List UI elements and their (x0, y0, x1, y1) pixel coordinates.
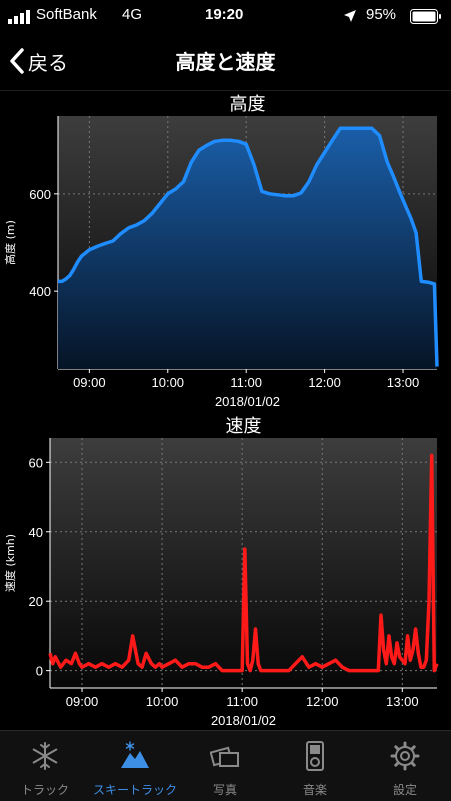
y-tick-label: 400 (29, 284, 51, 299)
tab-label: 設定 (392, 783, 417, 797)
y-tick-label: 40 (29, 525, 43, 540)
chart-title: 速度 (226, 416, 262, 437)
status-bar: SoftBank 4G 19:20 95% (0, 0, 451, 32)
x-tick-label: 09:00 (73, 375, 106, 390)
tab-settings[interactable]: 設定 (360, 731, 450, 801)
tab-label: 写真 (212, 783, 237, 797)
y-axis-label: 高度 (m) (3, 220, 17, 265)
tab-track[interactable]: トラック (0, 731, 90, 801)
altitude-chart: 高度 09:00 10:00 11:00 12:00 13:00 400 600 2018/01… (3, 94, 439, 409)
speed-chart: 速度 09:00 10:00 11:00 12:00 13:00 0 20 40 60 2018/0… (3, 416, 439, 728)
speed-chart-panel: 速度 09:00 10:00 11:00 12:00 13:00 0 20 40 60 2018/0… (0, 412, 451, 730)
page-title: 高度と速度 (175, 50, 276, 74)
x-tick-label: 09:00 (66, 694, 99, 709)
x-axis-label: 2018/01/02 (211, 713, 276, 728)
tab-label: トラック (20, 783, 69, 797)
x-tick-label: 10:00 (152, 375, 185, 390)
tab-bar: トラック スキートラック 写真 音楽 設定 (0, 730, 451, 801)
gear-icon (390, 741, 420, 771)
x-axis-label: 2018/01/02 (215, 394, 280, 409)
y-tick-label: 0 (36, 664, 43, 679)
chart-title: 高度 (230, 94, 266, 115)
clock: 19:20 (205, 6, 244, 23)
x-tick-label: 13:00 (386, 694, 419, 709)
x-tick-label: 13:00 (387, 375, 420, 390)
battery-icon (410, 9, 441, 24)
y-tick-label: 20 (29, 594, 43, 609)
x-tick-label: 11:00 (230, 375, 262, 390)
battery-percent: 95% (366, 6, 397, 23)
x-tick-label: 12:00 (306, 694, 339, 709)
signal-bars-icon (8, 10, 30, 24)
tab-label: スキートラック (92, 783, 177, 797)
altitude-chart-panel: 高度 09:00 10:00 11:00 12:00 13:00 400 600 2018/01… (0, 90, 451, 415)
x-tick-label: 11:00 (226, 694, 258, 709)
network-type: 4G (122, 6, 143, 23)
music-player-icon (306, 741, 324, 771)
x-tick-label: 10:00 (146, 694, 179, 709)
snowflake-icon (32, 742, 58, 770)
photos-icon (210, 746, 239, 767)
y-tick-label: 60 (29, 455, 43, 470)
navigation-bar: 戻る 高度と速度 (0, 32, 451, 91)
mountain-icon (121, 741, 149, 768)
location-arrow-icon (344, 10, 356, 22)
tab-ski-track[interactable]: スキートラック (90, 731, 180, 801)
x-tick-label: 12:00 (308, 375, 341, 390)
tab-music[interactable]: 音楽 (270, 731, 360, 801)
tab-photos[interactable]: 写真 (180, 731, 270, 801)
tab-label: 音楽 (302, 783, 327, 797)
y-axis-label: 速度 (kmh) (3, 534, 17, 592)
y-tick-label: 600 (29, 187, 51, 202)
carrier-name: SoftBank (36, 6, 97, 23)
